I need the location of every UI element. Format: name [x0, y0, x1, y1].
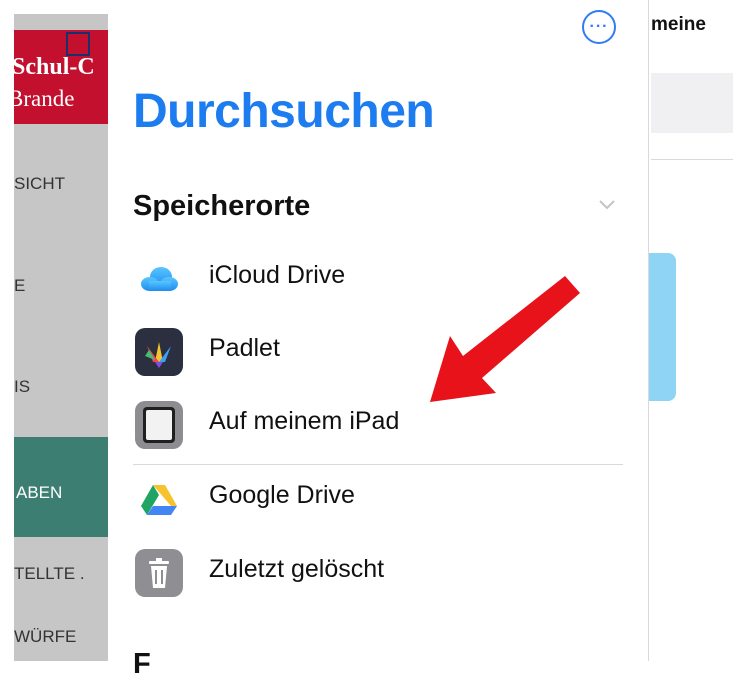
location-label: Padlet [209, 334, 280, 362]
chevron-down-icon[interactable] [596, 193, 618, 215]
ipad-icon [135, 401, 183, 449]
school-logo: Schul-C Brande [14, 30, 108, 124]
left-nav-item-active[interactable]: ABEN [14, 437, 108, 537]
ellipsis-circle-icon: ··· [589, 18, 609, 35]
more-options-button[interactable]: ··· [582, 10, 616, 44]
left-nav-item[interactable]: SICHT [14, 174, 108, 194]
search-field[interactable] [651, 73, 733, 133]
page-title: Durchsuchen [133, 85, 435, 138]
files-content-area: meine [648, 0, 733, 661]
location-label: iCloud Drive [209, 261, 346, 289]
logo-line1: Schul-C [14, 54, 95, 80]
location-label: Auf meinem iPad [209, 407, 400, 435]
trash-icon [135, 549, 183, 597]
section-header-peek: F [133, 648, 151, 680]
background-app-sidebar: Schul-C Brande SICHT E IS ABEN TELLTE . … [0, 0, 108, 661]
location-item-icloud-drive[interactable]: iCloud Drive [133, 245, 623, 319]
padlet-icon [135, 328, 183, 376]
location-label: Google Drive [209, 481, 355, 509]
folder-card[interactable] [649, 253, 676, 401]
logo-line2: Brande [14, 86, 75, 111]
content-title: meine [651, 14, 706, 35]
google-drive-icon [135, 475, 183, 523]
left-nav-item[interactable]: WÜRFE [14, 627, 108, 647]
location-label: Zuletzt gelöscht [209, 555, 385, 583]
icloud-icon [135, 255, 183, 303]
left-nav-item[interactable]: TELLTE . [14, 564, 108, 584]
divider [651, 159, 733, 160]
location-item-on-my-ipad[interactable]: Auf meinem iPad [133, 391, 623, 465]
location-item-padlet[interactable]: Padlet [133, 318, 623, 392]
left-nav-item[interactable]: E [14, 276, 108, 296]
section-header-locations[interactable]: Speicherorte [133, 190, 310, 223]
location-item-google-drive[interactable]: Google Drive [133, 465, 623, 539]
left-nav-item-label: ABEN [16, 483, 63, 502]
logo-frame-icon [66, 32, 90, 56]
location-item-recently-deleted[interactable]: Zuletzt gelöscht [133, 539, 623, 613]
files-browse-sidebar: ··· Durchsuchen Speicherorte iCloud Driv… [108, 0, 648, 680]
left-nav-item[interactable]: IS [14, 377, 108, 397]
